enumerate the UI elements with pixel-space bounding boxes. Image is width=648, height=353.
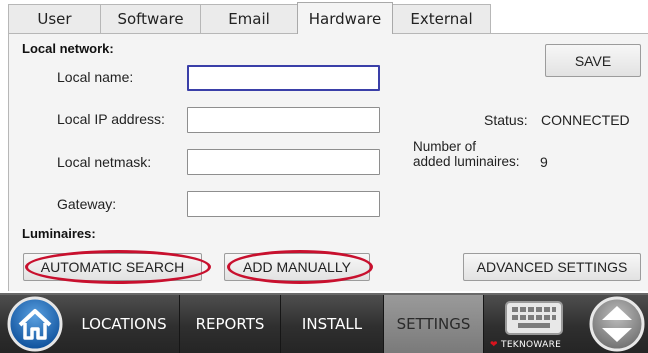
- bottom-nav: LOCATIONS REPORTS INSTALL SETTINGS ❤ TEK…: [0, 293, 648, 353]
- home-button[interactable]: [0, 295, 69, 353]
- add-manually-button[interactable]: ADD MANUALLY: [224, 253, 370, 281]
- scroll-up-down-icon: [589, 296, 645, 352]
- luminaires-title: Luminaires:: [22, 226, 96, 241]
- local-netmask-input[interactable]: [187, 149, 380, 175]
- local-ip-input[interactable]: [187, 107, 380, 133]
- nav-install[interactable]: INSTALL: [281, 295, 384, 353]
- brand-logo-icon: ❤: [490, 340, 498, 350]
- home-icon: [7, 296, 62, 352]
- tab-hardware[interactable]: Hardware: [297, 2, 393, 34]
- status-label: Status:: [484, 112, 528, 128]
- scroll-button[interactable]: [586, 295, 648, 353]
- tab-software[interactable]: Software: [100, 4, 201, 33]
- local-netmask-label: Local netmask:: [57, 154, 152, 170]
- luminaires-count-value: 9: [540, 154, 548, 170]
- nav-reports[interactable]: REPORTS: [180, 295, 281, 353]
- brand-logo: ❤ TEKNOWARE: [490, 340, 561, 350]
- tab-email[interactable]: Email: [200, 4, 298, 33]
- nav-locations[interactable]: LOCATIONS: [69, 295, 180, 353]
- luminaires-count-label: Number of added luminaires:: [413, 139, 520, 169]
- gateway-input[interactable]: [187, 191, 380, 217]
- nav-settings[interactable]: SETTINGS: [384, 295, 484, 353]
- advanced-settings-button[interactable]: ADVANCED SETTINGS: [463, 253, 641, 281]
- tab-external[interactable]: External: [392, 4, 491, 33]
- tab-user[interactable]: User: [8, 4, 101, 33]
- local-name-input[interactable]: [187, 65, 380, 91]
- gateway-label: Gateway:: [57, 196, 117, 212]
- automatic-search-button[interactable]: AUTOMATIC SEARCH: [23, 253, 202, 281]
- status-value: CONNECTED: [541, 112, 630, 128]
- local-name-label: Local name:: [57, 69, 134, 85]
- save-button[interactable]: SAVE: [545, 44, 641, 77]
- brand-name: TEKNOWARE: [501, 340, 562, 350]
- local-ip-label: Local IP address:: [57, 111, 165, 127]
- tab-bar: User Software Email Hardware External: [0, 0, 648, 34]
- local-network-title: Local network:: [22, 41, 114, 56]
- keyboard-icon: [505, 301, 563, 335]
